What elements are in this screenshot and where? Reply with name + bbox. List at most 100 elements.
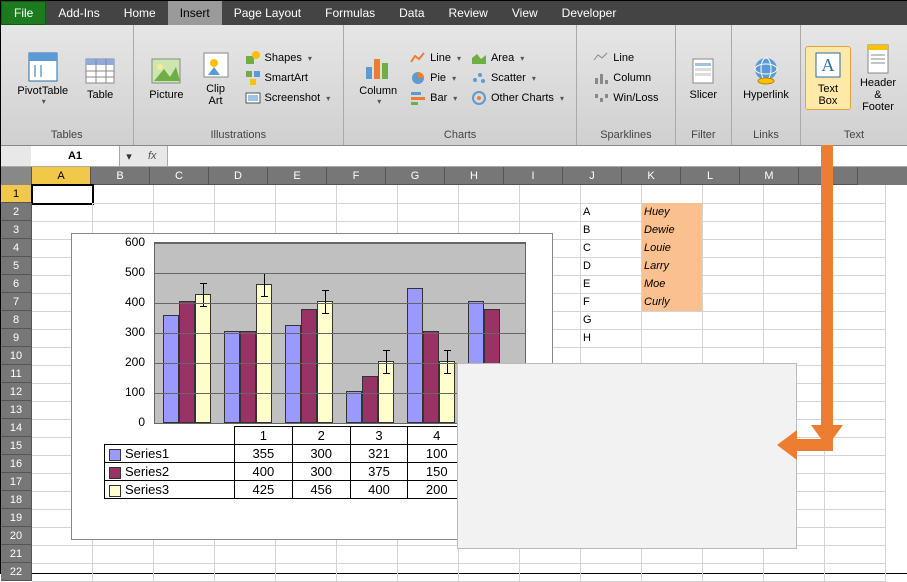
line-chart-button[interactable]: Line▾ [406,49,465,67]
row-header-20[interactable]: 20 [1,527,32,545]
tab-addins[interactable]: Add-Ins [46,1,111,25]
cell-M6[interactable] [764,275,825,294]
other-charts-button[interactable]: Other Charts▾ [467,89,568,107]
row-header-7[interactable]: 7 [1,293,32,311]
row-header-21[interactable]: 21 [1,545,32,563]
cell-L9[interactable] [703,329,764,348]
col-header-C[interactable]: C [150,167,209,185]
bar[interactable] [179,301,195,423]
row-header-22[interactable]: 22 [1,563,32,581]
clipart-button[interactable]: ClipArt [193,46,239,110]
name-box[interactable]: A1 [31,146,120,166]
cell-B21[interactable] [93,545,154,564]
header-footer-button[interactable]: Header& Footer [853,40,903,116]
col-header-D[interactable]: D [209,167,268,185]
tab-pagelayout[interactable]: Page Layout [222,1,313,25]
row-header-9[interactable]: 9 [1,329,32,347]
tab-developer[interactable]: Developer [550,1,629,25]
cell-J5[interactable]: D [581,257,642,276]
cell-K3[interactable]: Dewie [642,221,703,240]
area-chart-button[interactable]: Area▾ [467,49,568,67]
row-header-10[interactable]: 10 [1,347,32,365]
cell-B1[interactable] [93,185,154,204]
pivottable-button[interactable]: PivotTable▾ [10,48,75,109]
row-header-6[interactable]: 6 [1,275,32,293]
cell-L7[interactable] [703,293,764,312]
cell-N4[interactable] [825,239,886,258]
cell-A1[interactable] [32,185,93,204]
cell-J4[interactable]: C [581,239,642,258]
cell-J7[interactable]: F [581,293,642,312]
cell-L5[interactable] [703,257,764,276]
cell-N6[interactable] [825,275,886,294]
cell-D2[interactable] [215,203,276,222]
screenshot-button[interactable]: Screenshot▾ [241,89,335,107]
tab-view[interactable]: View [500,1,550,25]
cell-H2[interactable] [459,203,520,222]
cell-A2[interactable] [32,203,93,222]
cell-F21[interactable] [337,545,398,564]
row-header-3[interactable]: 3 [1,221,32,239]
cell-N22[interactable] [825,563,886,582]
pie-chart-button[interactable]: Pie▾ [406,69,465,87]
cell-N21[interactable] [825,545,886,564]
textbox-button[interactable]: ATextBox [805,46,851,110]
bar[interactable] [407,288,423,423]
cell-A21[interactable] [32,545,93,564]
cell-N8[interactable] [825,311,886,330]
cell-N19[interactable] [825,509,886,528]
bar[interactable] [195,294,211,424]
cell-N7[interactable] [825,293,886,312]
bar[interactable] [240,331,256,423]
cell-L8[interactable] [703,311,764,330]
cell-E22[interactable] [276,563,337,582]
row-header-2[interactable]: 2 [1,203,32,221]
cell-A22[interactable] [32,563,93,582]
col-header-M[interactable]: M [740,167,799,185]
cell-K4[interactable]: Louie [642,239,703,258]
cell-C21[interactable] [154,545,215,564]
cell-H22[interactable] [459,563,520,582]
cell-L1[interactable] [703,185,764,204]
namebox-dropdown[interactable]: ▾ [120,150,138,163]
picture-button[interactable]: Picture [142,52,190,104]
inserted-textbox-shape[interactable] [457,363,797,549]
cell-G22[interactable] [398,563,459,582]
cell-D1[interactable] [215,185,276,204]
cell-C22[interactable] [154,563,215,582]
bar[interactable] [224,331,240,423]
bar[interactable] [301,309,317,424]
col-header-J[interactable]: J [563,167,622,185]
bar[interactable] [256,284,272,423]
cell-L4[interactable] [703,239,764,258]
row-header-18[interactable]: 18 [1,491,32,509]
cell-K9[interactable] [642,329,703,348]
row-header-11[interactable]: 11 [1,365,32,383]
row-header-19[interactable]: 19 [1,509,32,527]
cell-F1[interactable] [337,185,398,204]
bar-chart-button[interactable]: Bar▾ [406,89,465,107]
cell-N16[interactable] [825,455,886,474]
col-header-G[interactable]: G [386,167,445,185]
cell-M4[interactable] [764,239,825,258]
col-header-A[interactable]: A [32,167,91,185]
cell-N17[interactable] [825,473,886,492]
cell-K1[interactable] [642,185,703,204]
bar[interactable] [163,315,179,424]
cell-M7[interactable] [764,293,825,312]
cell-J2[interactable]: A [581,203,642,222]
cell-N12[interactable] [825,383,886,402]
cell-L3[interactable] [703,221,764,240]
row-header-4[interactable]: 4 [1,239,32,257]
row-header-12[interactable]: 12 [1,383,32,401]
cell-C2[interactable] [154,203,215,222]
col-header-H[interactable]: H [445,167,504,185]
bar[interactable] [423,331,439,423]
tab-formulas[interactable]: Formulas [313,1,387,25]
hyperlink-button[interactable]: Hyperlink [736,52,796,104]
bar[interactable] [317,301,333,423]
cell-K6[interactable]: Moe [642,275,703,294]
cell-L6[interactable] [703,275,764,294]
row-header-8[interactable]: 8 [1,311,32,329]
cell-F22[interactable] [337,563,398,582]
